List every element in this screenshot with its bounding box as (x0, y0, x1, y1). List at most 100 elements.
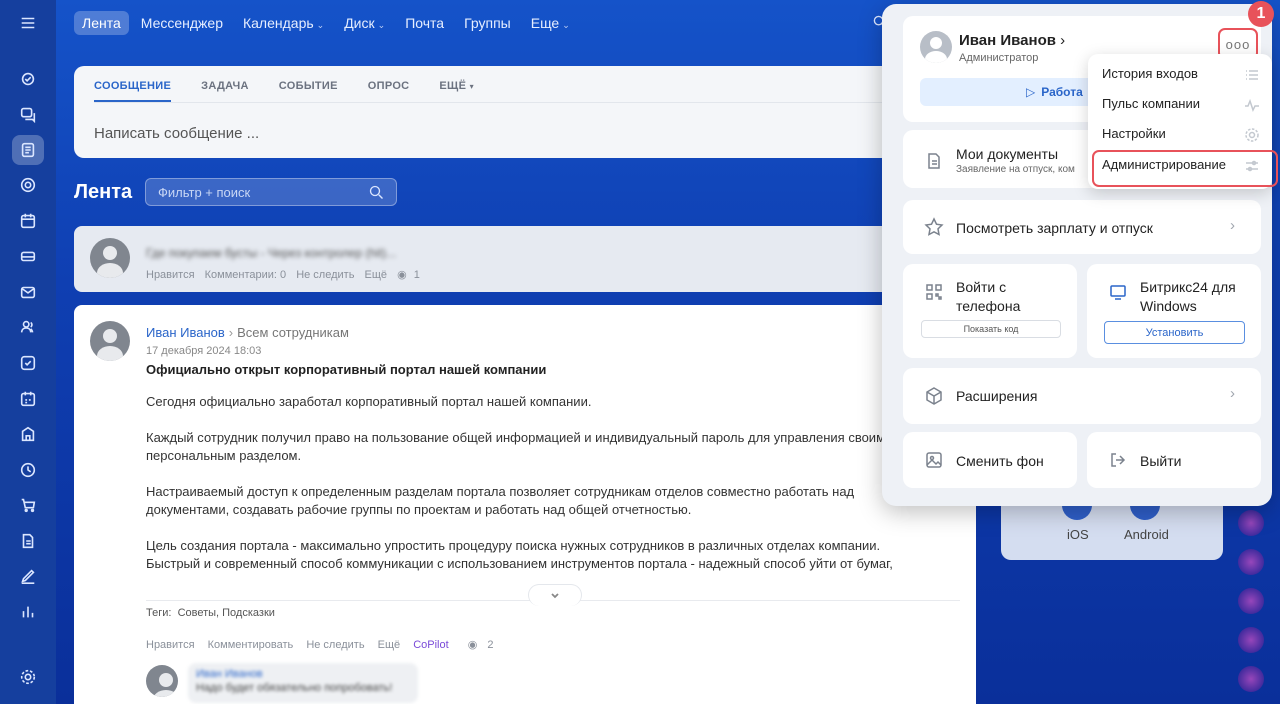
phone-login-title: Войти с телефона (956, 279, 1021, 314)
document-icon (924, 151, 944, 171)
drive-icon[interactable] (12, 241, 44, 271)
tasks-icon[interactable] (12, 348, 44, 378)
avatar (920, 31, 952, 63)
avatar (90, 238, 130, 278)
top-navigation: Лента Мессенджер Календарь ⌄ Диск ⌄ Почта … (74, 10, 578, 36)
nav-feed[interactable]: Лента (74, 11, 129, 35)
post-title: Официально открыт корпоративный портал н… (146, 362, 547, 377)
tab-task[interactable]: ЗАДАЧА (201, 80, 249, 102)
left-sidebar (0, 0, 56, 704)
nav-label: Почта (405, 15, 445, 31)
feed-icon[interactable] (12, 135, 44, 165)
user-avatar[interactable] (1238, 666, 1264, 692)
message-input[interactable]: Написать сообщение ... (74, 103, 976, 164)
like-link[interactable]: Нравится (146, 269, 195, 281)
eye-icon: ◉ (467, 639, 478, 651)
salary-title: Посмотреть зарплату и отпуск (956, 220, 1153, 236)
composer-tabs: СООБЩЕНИЕ ЗАДАЧА СОБЫТИЕ ОПРОС ЕЩЁ ▾ (74, 66, 976, 102)
install-button[interactable]: Установить (1104, 321, 1245, 344)
qr-code-icon (924, 282, 944, 302)
post-preview-text: Где покупаем бусты - Через контролер (hi… (146, 246, 397, 260)
post-date: 17 декабря 2024 18:03 (146, 345, 262, 357)
monitor-icon (1108, 282, 1128, 302)
logout-title: Выйти (1140, 453, 1182, 469)
settings-icon[interactable] (12, 662, 44, 692)
copilot-link[interactable]: CoPilot (413, 639, 448, 651)
menu-item-settings[interactable]: Настройки (1102, 126, 1166, 141)
author-link[interactable]: Иван Иванов (146, 325, 225, 340)
menu-icon[interactable] (12, 8, 44, 38)
nav-messenger[interactable]: Мессенджер (133, 11, 231, 35)
more-link[interactable]: Ещё (365, 269, 388, 281)
user-avatar[interactable] (1238, 510, 1264, 536)
feed-post-main: Иван Иванов › Всем сотрудникам 17 декабря … (74, 305, 976, 704)
groups-icon[interactable] (12, 170, 44, 200)
analytics-icon[interactable] (12, 597, 44, 627)
chevron-down-icon: ⌄ (562, 20, 570, 30)
extensions-title: Расширения (956, 388, 1038, 404)
tab-poll[interactable]: ОПРОС (368, 80, 410, 102)
calendar-icon[interactable] (12, 206, 44, 236)
tags-list[interactable]: Советы, Подсказки (178, 607, 275, 619)
audience-link[interactable]: Всем сотрудникам (237, 325, 349, 340)
my-documents-subtitle: Заявление на отпуск, ком (956, 164, 1075, 175)
star-icon (924, 217, 944, 237)
unfollow-link[interactable]: Не следить (296, 269, 354, 281)
tags-label: Теги: (146, 607, 172, 619)
profile-role: Администратор (959, 52, 1039, 64)
user-avatar[interactable] (1238, 549, 1264, 575)
tab-event[interactable]: СОБЫТИЕ (279, 80, 338, 102)
documents-icon[interactable] (12, 526, 44, 556)
feed-post: Где покупаем бусты - Через контролер (hi… (74, 226, 976, 292)
post-actions: Нравится Комментарии: 0 Не следить Ещё ◉… (146, 268, 434, 281)
mail-icon[interactable] (12, 277, 44, 307)
feed-filter-input[interactable]: Фильтр + поиск (145, 178, 397, 206)
shop-icon[interactable] (12, 490, 44, 520)
chevron-down-icon: ⌄ (316, 20, 325, 30)
nav-label: Еще (530, 15, 560, 31)
copilot-icon[interactable] (12, 64, 44, 94)
my-documents-title: Мои документы (956, 146, 1059, 162)
planner-icon[interactable] (12, 384, 44, 414)
sign-icon[interactable] (12, 561, 44, 591)
eye-icon: ◉ (397, 269, 407, 281)
post-author-line: Иван Иванов › Всем сотрудникам (146, 325, 349, 340)
views-value: 2 (487, 639, 494, 651)
nav-label: Диск (344, 15, 375, 31)
show-code-button[interactable]: Показать код (921, 320, 1061, 338)
post-paragraph: Сегодня официально заработал корпоративн… (146, 394, 592, 409)
profile-name[interactable]: Иван Иванов › (959, 32, 1065, 49)
comment-bubble: Иван Иванов Надо будет обязательно попро… (188, 663, 418, 703)
comment-author: Иван Иванов (196, 668, 263, 680)
employees-icon[interactable] (12, 312, 44, 342)
chevron-down-icon: ⌄ (377, 20, 386, 30)
play-icon: ▷ (1026, 85, 1036, 99)
views-value: 1 (413, 269, 420, 281)
menu-item-company-pulse[interactable]: Пульс компании (1102, 96, 1200, 111)
user-avatar[interactable] (1238, 627, 1264, 653)
comments-link[interactable]: Комментарии: 0 (205, 269, 287, 281)
nav-label: Календарь (242, 15, 314, 31)
nav-calendar[interactable]: Календарь ⌄ (235, 11, 332, 35)
search-icon[interactable] (369, 185, 384, 200)
comment-link[interactable]: Комментировать (208, 639, 294, 651)
expand-post-button[interactable] (528, 584, 582, 606)
sites-icon[interactable] (12, 419, 44, 449)
gear-icon (1244, 127, 1260, 143)
crm-icon[interactable] (12, 455, 44, 485)
nav-disk[interactable]: Диск ⌄ (336, 11, 393, 35)
more-link[interactable]: Ещё (378, 639, 401, 651)
post-paragraph: Каждый сотрудник получил право на пользо… (146, 430, 886, 463)
like-link[interactable]: Нравится (146, 639, 195, 651)
nav-more[interactable]: Еще ⌄ (523, 11, 578, 35)
nav-groups[interactable]: Группы (456, 11, 519, 35)
box-icon (924, 386, 944, 406)
nav-mail[interactable]: Почта (397, 11, 452, 35)
tab-more[interactable]: ЕЩЁ ▾ (439, 80, 474, 102)
tab-message[interactable]: СООБЩЕНИЕ (94, 80, 172, 102)
unfollow-link[interactable]: Не следить (306, 639, 364, 651)
user-avatar[interactable] (1238, 588, 1264, 614)
messenger-icon[interactable] (12, 99, 44, 129)
post-tags: Теги: Советы, Подсказки (146, 607, 275, 619)
menu-item-login-history[interactable]: История входов (1102, 66, 1198, 81)
